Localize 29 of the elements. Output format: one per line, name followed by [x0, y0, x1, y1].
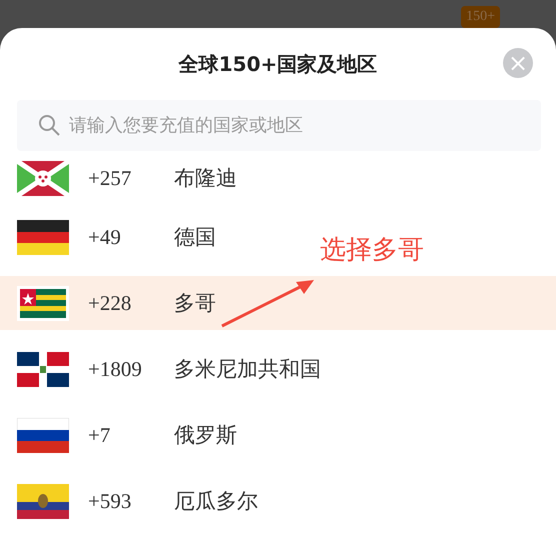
dial-code: +257: [88, 166, 132, 190]
country-row[interactable]: +7 俄罗斯: [0, 408, 237, 462]
country-row[interactable]: +228 多哥: [0, 276, 556, 330]
country-name: 厄瓜多尔: [174, 488, 258, 515]
country-name: 多米尼加共和国: [174, 356, 321, 383]
dial-code: +1809: [88, 356, 143, 382]
flag-icon: [17, 352, 69, 386]
search-field[interactable]: 请输入您要充值的国家或地区: [17, 100, 541, 151]
dial-code: +7: [88, 422, 112, 448]
country-name: 俄罗斯: [174, 422, 237, 449]
flag-icon: [17, 418, 69, 452]
dial-code: +228: [88, 290, 132, 316]
search-icon: [37, 113, 61, 137]
country-row[interactable]: +1809 多米尼加共和国: [0, 342, 321, 396]
flag-icon: [17, 220, 69, 254]
count-badge: 150+: [461, 6, 500, 28]
country-row[interactable]: +49 德国: [0, 210, 216, 264]
country-row[interactable]: +257 布隆迪: [0, 158, 237, 198]
flag-icon: [17, 160, 69, 196]
country-name: 多哥: [174, 290, 216, 317]
dial-code: +593: [88, 488, 132, 514]
flag-icon: [17, 484, 69, 518]
annotation-text: 选择多哥: [320, 234, 424, 267]
country-row[interactable]: +593 厄瓜多尔: [0, 474, 258, 528]
country-name: 德国: [174, 224, 216, 251]
flag-icon: [17, 286, 69, 320]
dial-code: +49: [88, 224, 122, 250]
dialog-title: 全球150+国家及地区: [178, 50, 378, 78]
country-name: 布隆迪: [174, 165, 237, 192]
